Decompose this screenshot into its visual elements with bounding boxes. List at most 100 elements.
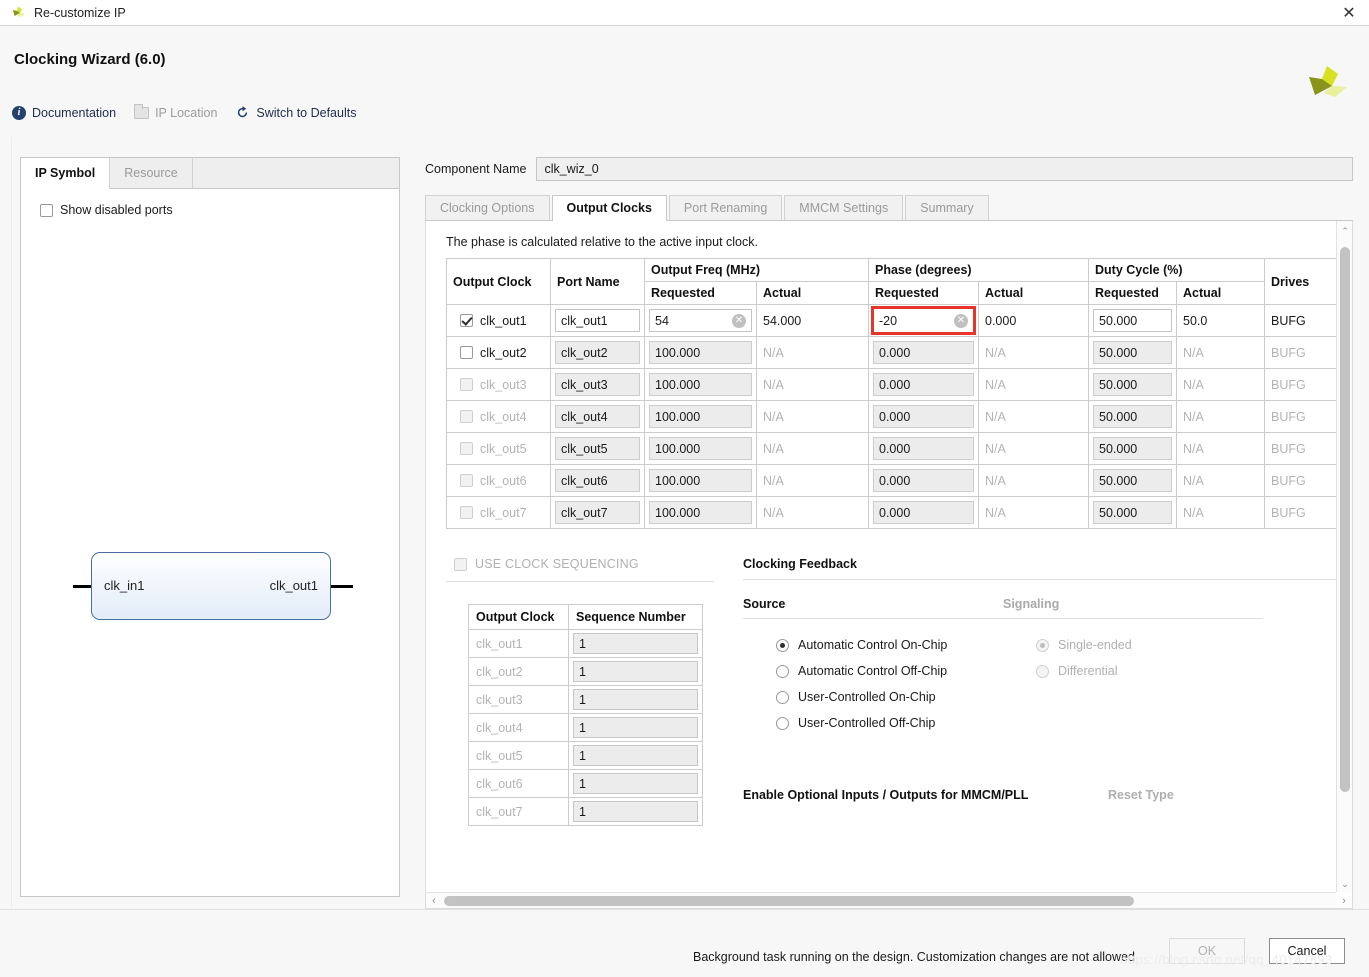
radio-automatic-control-on-chip[interactable]: Automatic Control On-Chip — [767, 638, 1003, 652]
phase-requested-input[interactable]: 0.000 — [873, 405, 974, 428]
freq-requested-input[interactable]: 100.000 — [649, 469, 752, 492]
port-name-input[interactable]: clk_out3 — [555, 373, 640, 396]
radio-user-controlled-off-chip[interactable]: User-Controlled Off-Chip — [767, 716, 1003, 730]
tab-clocking-options[interactable]: Clocking Options — [425, 195, 550, 220]
port-name-input[interactable]: clk_out2 — [555, 341, 640, 364]
freq-requested-input[interactable]: 100.000 — [649, 341, 752, 364]
sequence-number-input[interactable]: 1 — [573, 633, 698, 654]
cell-output-clock[interactable]: clk_out2 — [446, 336, 551, 369]
clear-icon[interactable]: ✕ — [954, 313, 968, 328]
tab-port-renaming[interactable]: Port Renaming — [668, 195, 783, 220]
duty-requested-input[interactable]: 50.000 — [1093, 437, 1172, 460]
cell-output-clock[interactable]: clk_out5 — [446, 432, 551, 465]
cell-port-name[interactable]: clk_out4 — [550, 400, 645, 433]
vertical-scrollbar[interactable]: ⌃ ⌄ — [1336, 221, 1352, 892]
ip-location-link[interactable]: IP Location — [134, 103, 217, 120]
cell-port-name[interactable]: clk_out2 — [550, 336, 645, 369]
sequence-number-cell[interactable]: 1 — [568, 685, 703, 714]
cell-output-clock[interactable]: clk_out3 — [446, 368, 551, 401]
cell-port-name[interactable]: clk_out1 — [550, 304, 645, 337]
tab-resource[interactable]: Resource — [110, 158, 193, 188]
sequence-number-input[interactable]: 1 — [573, 717, 698, 738]
phase-requested-input[interactable]: -20 ✕ — [871, 306, 976, 335]
radio-automatic-control-off-chip[interactable]: Automatic Control Off-Chip — [767, 664, 1003, 678]
duty-requested-input[interactable]: 50.000 — [1093, 469, 1172, 492]
port-name-input[interactable]: clk_out6 — [555, 469, 640, 492]
phase-requested-input[interactable]: 0.000 — [873, 373, 974, 396]
cell-phase-requested[interactable]: 0.000 — [868, 464, 979, 497]
duty-requested-input[interactable]: 50.000 — [1093, 341, 1172, 364]
cell-freq-requested[interactable]: 100.000 — [644, 496, 757, 529]
cell-phase-requested[interactable]: 0.000 — [868, 400, 979, 433]
sequence-number-cell[interactable]: 1 — [568, 657, 703, 686]
scroll-up-icon[interactable]: ⌃ — [1337, 223, 1353, 239]
cell-freq-requested[interactable]: 100.000 — [644, 336, 757, 369]
sequence-number-cell[interactable]: 1 — [568, 713, 703, 742]
switch-to-defaults-link[interactable]: Switch to Defaults — [235, 105, 356, 120]
cell-duty-requested[interactable]: 50.000 — [1088, 464, 1177, 497]
sequence-number-input[interactable]: 1 — [573, 801, 698, 822]
cell-duty-requested[interactable]: 50.000 — [1088, 496, 1177, 529]
clock-enable-checkbox[interactable]: clk_out6 — [447, 465, 550, 496]
cell-duty-requested[interactable]: 50.000 — [1088, 368, 1177, 401]
phase-requested-input[interactable]: 0.000 — [873, 437, 974, 460]
freq-requested-input[interactable]: 100.000 — [649, 373, 752, 396]
close-icon[interactable]: ✕ — [1329, 0, 1369, 26]
cell-phase-requested[interactable]: 0.000 — [868, 336, 979, 369]
duty-requested-input[interactable]: 50.000 — [1093, 405, 1172, 428]
radio-differential[interactable]: Differential — [1027, 664, 1263, 678]
clock-enable-checkbox[interactable]: clk_out4 — [447, 401, 550, 432]
use-clock-sequencing-checkbox[interactable]: USE CLOCK SEQUENCING — [446, 557, 718, 571]
cell-port-name[interactable]: clk_out3 — [550, 368, 645, 401]
cell-freq-requested[interactable]: 100.000 — [644, 432, 757, 465]
radio-user-controlled-on-chip[interactable]: User-Controlled On-Chip — [767, 690, 1003, 704]
radio-single-ended[interactable]: Single-ended — [1027, 638, 1263, 652]
sequence-number-input[interactable]: 1 — [573, 773, 698, 794]
documentation-link[interactable]: i Documentation — [12, 105, 116, 120]
sequence-number-input[interactable]: 1 — [573, 745, 698, 766]
cell-phase-requested[interactable]: 0.000 — [868, 432, 979, 465]
scroll-right-icon[interactable]: › — [1336, 893, 1352, 909]
sequence-number-cell[interactable]: 1 — [568, 797, 703, 826]
cell-phase-requested[interactable]: -20 ✕ — [868, 304, 979, 337]
port-name-input[interactable]: clk_out4 — [555, 405, 640, 428]
cell-freq-requested[interactable]: 100.000 — [644, 400, 757, 433]
freq-requested-input[interactable]: 100.000 — [649, 437, 752, 460]
port-name-input[interactable]: clk_out5 — [555, 437, 640, 460]
duty-requested-input[interactable]: 50.000 — [1093, 373, 1172, 396]
horizontal-scrollbar[interactable]: ‹ › — [426, 892, 1346, 909]
tab-summary[interactable]: Summary — [905, 195, 989, 220]
vertical-scroll-thumb[interactable] — [1340, 247, 1350, 792]
tab-output-clocks[interactable]: Output Clocks — [551, 195, 667, 221]
sequence-number-input[interactable]: 1 — [573, 689, 698, 710]
cell-freq-requested[interactable]: 100.000 — [644, 368, 757, 401]
clock-enable-checkbox[interactable]: clk_out7 — [447, 497, 550, 528]
scroll-left-icon[interactable]: ‹ — [426, 893, 442, 909]
duty-requested-input[interactable]: 50.000 — [1093, 309, 1172, 332]
cell-phase-requested[interactable]: 0.000 — [868, 368, 979, 401]
freq-requested-input[interactable]: 100.000 — [649, 501, 752, 524]
cell-freq-requested[interactable]: 54 ✕ — [644, 304, 757, 337]
sequence-number-input[interactable]: 1 — [573, 661, 698, 682]
scroll-down-icon[interactable]: ⌄ — [1337, 876, 1353, 892]
freq-requested-input[interactable]: 100.000 — [649, 405, 752, 428]
clock-enable-checkbox[interactable]: clk_out5 — [447, 433, 550, 464]
cell-duty-requested[interactable]: 50.000 — [1088, 304, 1177, 337]
cell-port-name[interactable]: clk_out6 — [550, 464, 645, 497]
cell-phase-requested[interactable]: 0.000 — [868, 496, 979, 529]
port-name-input[interactable]: clk_out7 — [555, 501, 640, 524]
clock-enable-checkbox[interactable]: clk_out2 — [447, 337, 550, 368]
cell-output-clock[interactable]: clk_out6 — [446, 464, 551, 497]
port-name-input[interactable]: clk_out1 — [555, 309, 640, 332]
duty-requested-input[interactable]: 50.000 — [1093, 501, 1172, 524]
freq-requested-input[interactable]: 54 ✕ — [649, 309, 752, 332]
phase-requested-input[interactable]: 0.000 — [873, 501, 974, 524]
phase-requested-input[interactable]: 0.000 — [873, 341, 974, 364]
clear-icon[interactable]: ✕ — [732, 313, 746, 328]
tab-mmcm-settings[interactable]: MMCM Settings — [784, 195, 904, 220]
clock-enable-checkbox[interactable]: clk_out3 — [447, 369, 550, 400]
cell-duty-requested[interactable]: 50.000 — [1088, 432, 1177, 465]
cell-output-clock[interactable]: clk_out4 — [446, 400, 551, 433]
tab-ip-symbol[interactable]: IP Symbol — [21, 158, 111, 189]
clock-enable-checkbox[interactable]: clk_out1 — [447, 305, 550, 336]
